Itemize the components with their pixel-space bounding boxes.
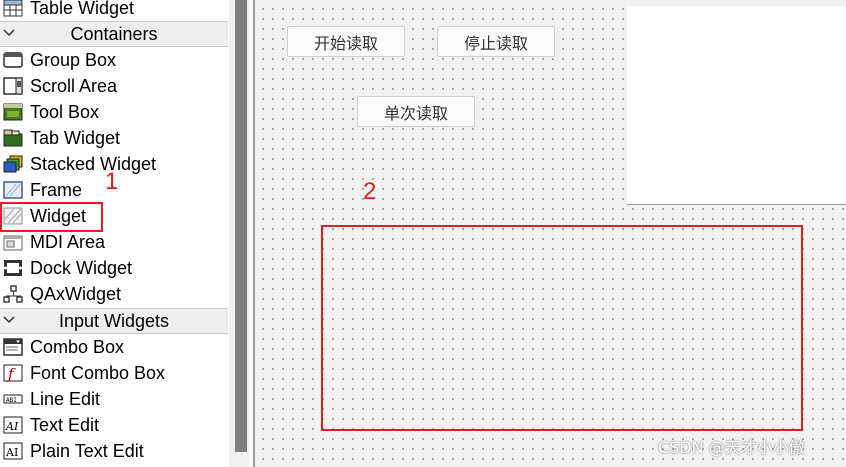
single-read-button[interactable]: 单次读取 [357, 96, 475, 127]
widget-item-font-combo-box[interactable]: f Font Combo Box [0, 360, 228, 386]
widget-item-label: Scroll Area [30, 76, 118, 96]
annotation-number-2: 2 [363, 178, 377, 205]
dock-widget-icon [3, 259, 23, 277]
start-read-button[interactable]: 开始读取 [287, 26, 405, 57]
widget-item-label: Plain Text Edit [30, 441, 144, 461]
widget-item-qaxwidget[interactable]: QAxWidget [0, 281, 228, 307]
widget-item-scroll-area[interactable]: Scroll Area [0, 73, 228, 99]
annotation-box-widget [0, 202, 103, 232]
widget-box-panel: Table Widget Containers Group Box Scroll… [0, 0, 228, 467]
frame-icon [3, 181, 23, 199]
widget-item-label: Line Edit [30, 389, 101, 409]
svg-text:AI: AI [5, 420, 19, 433]
tab-widget-icon [3, 129, 23, 147]
widget-item-tool-box[interactable]: Tool Box [0, 99, 228, 125]
widget-item-text-edit[interactable]: AI Text Edit [0, 412, 228, 438]
widget-item-group-box[interactable]: Group Box [0, 47, 228, 73]
group-box-icon [3, 51, 23, 69]
widget-item-label: Tab Widget [30, 128, 121, 148]
widget-item-label: Tool Box [30, 102, 100, 122]
widget-item-label: Stacked Widget [30, 154, 157, 174]
widget-item-combo-box[interactable]: Combo Box [0, 334, 228, 360]
tool-box-icon [3, 103, 23, 121]
widget-item-table-widget[interactable]: Table Widget [0, 0, 228, 21]
widget-item-line-edit[interactable]: ABI Line Edit [0, 386, 228, 412]
stacked-widget-icon [3, 155, 23, 173]
stop-read-button[interactable]: 停止读取 [437, 26, 555, 57]
line-edit-icon: ABI [3, 390, 23, 408]
scroll-area-icon [3, 77, 23, 95]
widget-item-mdi-area[interactable]: MDI Area [0, 229, 228, 255]
qaxwidget-icon [3, 285, 23, 303]
widget-item-plain-text-edit[interactable]: AI Plain Text Edit [0, 438, 228, 464]
placed-widget-area[interactable] [321, 225, 803, 431]
widget-item-label: Font Combo Box [30, 363, 166, 383]
widget-item-label: Dock Widget [30, 258, 133, 278]
table-widget-icon [3, 0, 23, 17]
svg-text:AI: AI [5, 446, 18, 459]
widget-item-dock-widget[interactable]: Dock Widget [0, 255, 228, 281]
widget-item-label: Table Widget [30, 0, 135, 18]
widget-item-label: QAxWidget [30, 284, 122, 304]
scrollbar-thumb[interactable] [235, 0, 247, 452]
text-edit-icon: AI [3, 416, 23, 434]
widget-item-label: Frame [30, 180, 83, 200]
mdi-area-icon [3, 233, 23, 251]
widget-item-label: Combo Box [30, 337, 125, 357]
plain-text-edit-icon: AI [3, 442, 23, 460]
widget-item-label: MDI Area [30, 232, 106, 252]
font-combo-box-icon: f [3, 364, 23, 382]
widget-item-tab-widget[interactable]: Tab Widget [0, 125, 228, 151]
widget-item-label: Text Edit [30, 415, 100, 435]
combo-box-icon [3, 338, 23, 356]
category-label: Containers [70, 24, 158, 44]
svg-text:ABI: ABI [6, 397, 17, 404]
watermark-text: CSDN @天才小小傲 [658, 438, 805, 457]
annotation-number-1: 1 [105, 168, 119, 195]
category-label: Input Widgets [58, 311, 170, 331]
display-panel[interactable] [627, 6, 846, 205]
widget-item-label: Group Box [30, 50, 117, 70]
category-containers[interactable]: Containers [0, 21, 228, 47]
category-input-widgets[interactable]: Input Widgets [0, 308, 228, 334]
